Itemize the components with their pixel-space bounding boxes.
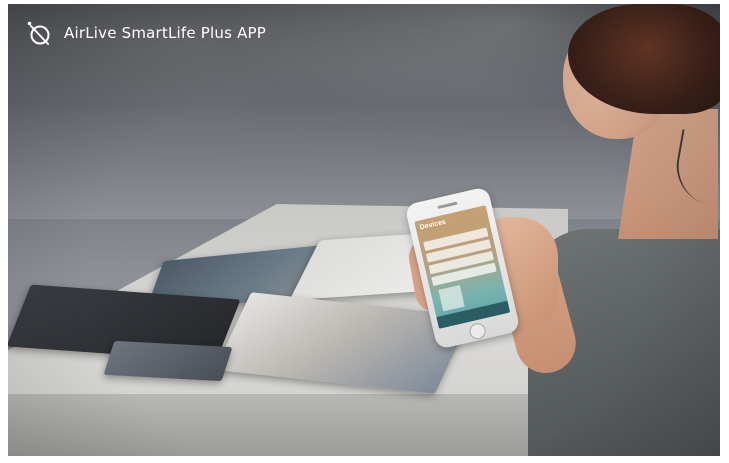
product-photo: Devices	[8, 4, 720, 456]
phone-speaker	[437, 201, 458, 209]
phone-screen: Devices	[414, 205, 511, 329]
magazine	[103, 340, 233, 382]
table-edge	[8, 394, 553, 456]
app-screen-title: Devices	[419, 218, 447, 232]
brand-header: AirLive SmartLife Plus APP	[26, 20, 266, 46]
airlive-logo-icon	[26, 20, 52, 46]
home-button	[468, 321, 488, 341]
device-tile	[438, 285, 465, 312]
brand-title: AirLive SmartLife Plus APP	[64, 24, 267, 42]
